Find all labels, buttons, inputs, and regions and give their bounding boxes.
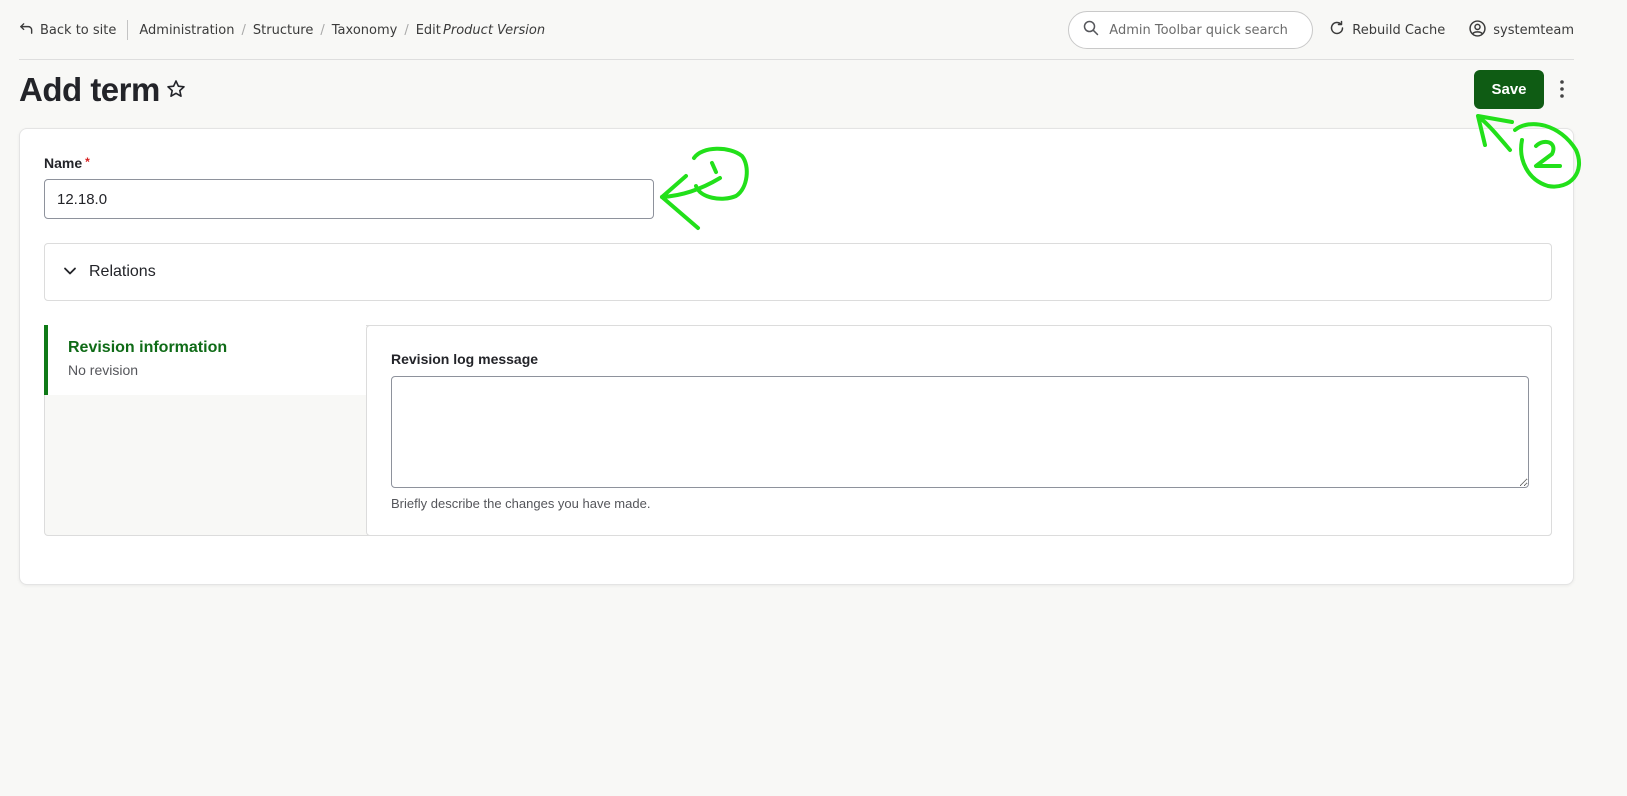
page-header: Add term Save [19,68,1579,112]
revision-pane: Revision log message Briefly describe th… [366,325,1552,536]
breadcrumb-edit-prefix: Edit [415,22,441,38]
toolbar-divider-line [19,59,1574,60]
name-label-text: Name [44,155,83,171]
breadcrumb-separator: / [320,22,325,38]
back-arrow-icon [19,21,34,40]
breadcrumb-edit-vocabulary[interactable]: Edit Product Version [416,23,545,38]
revision-tab-summary: No revision [68,362,139,378]
shortcut-star-icon[interactable] [166,79,186,103]
revision-log-description: Briefly describe the changes you have ma… [391,496,651,511]
page: Back to site Administration / Structure … [0,0,1627,796]
term-form-card: Name* Relations Revision information No … [19,128,1574,585]
user-menu[interactable]: systemteam [1469,19,1574,41]
save-button[interactable]: Save [1474,70,1544,109]
toolbar-right: Rebuild Cache systemteam [1068,11,1574,49]
username-label: systemteam [1493,22,1574,38]
more-actions-icon[interactable] [1555,78,1569,100]
quick-search [1068,11,1314,49]
chevron-down-icon [63,263,77,282]
breadcrumb-edit-entity: Product Version [443,22,546,38]
revision-log-textarea[interactable] [391,376,1529,488]
rebuild-cache-button[interactable]: Rebuild Cache [1329,20,1445,40]
relations-label: Relations [89,263,156,280]
user-avatar-icon [1469,19,1486,41]
refresh-icon [1329,20,1345,40]
admin-toolbar: Back to site Administration / Structure … [19,10,1574,50]
required-marker: * [85,155,90,169]
breadcrumb-separator: / [404,22,409,38]
toolbar-divider [127,20,129,40]
tab-revision-information[interactable]: Revision information No revision [44,325,366,395]
revision-tab-title: Revision information [68,339,228,356]
breadcrumb: Administration / Structure / Taxonomy / … [139,23,545,38]
breadcrumb-structure[interactable]: Structure [253,23,313,38]
back-to-site-label: Back to site [40,22,117,38]
toolbar-left: Back to site Administration / Structure … [19,20,545,40]
revision-vertical-tabs: Revision information No revision Revisio… [44,325,1552,536]
breadcrumb-taxonomy[interactable]: Taxonomy [332,23,398,38]
breadcrumb-separator: / [241,22,246,38]
search-icon [1083,20,1099,40]
back-to-site-link[interactable]: Back to site [19,21,116,40]
page-title: Add term [19,71,160,108]
relations-details[interactable]: Relations [44,243,1552,301]
breadcrumb-administration[interactable]: Administration [139,23,234,38]
revision-log-label: Revision log message [391,351,539,367]
name-input[interactable] [44,179,654,219]
quick-search-input[interactable] [1107,21,1303,39]
name-field-label: Name * [44,155,90,171]
rebuild-cache-label: Rebuild Cache [1352,22,1446,38]
